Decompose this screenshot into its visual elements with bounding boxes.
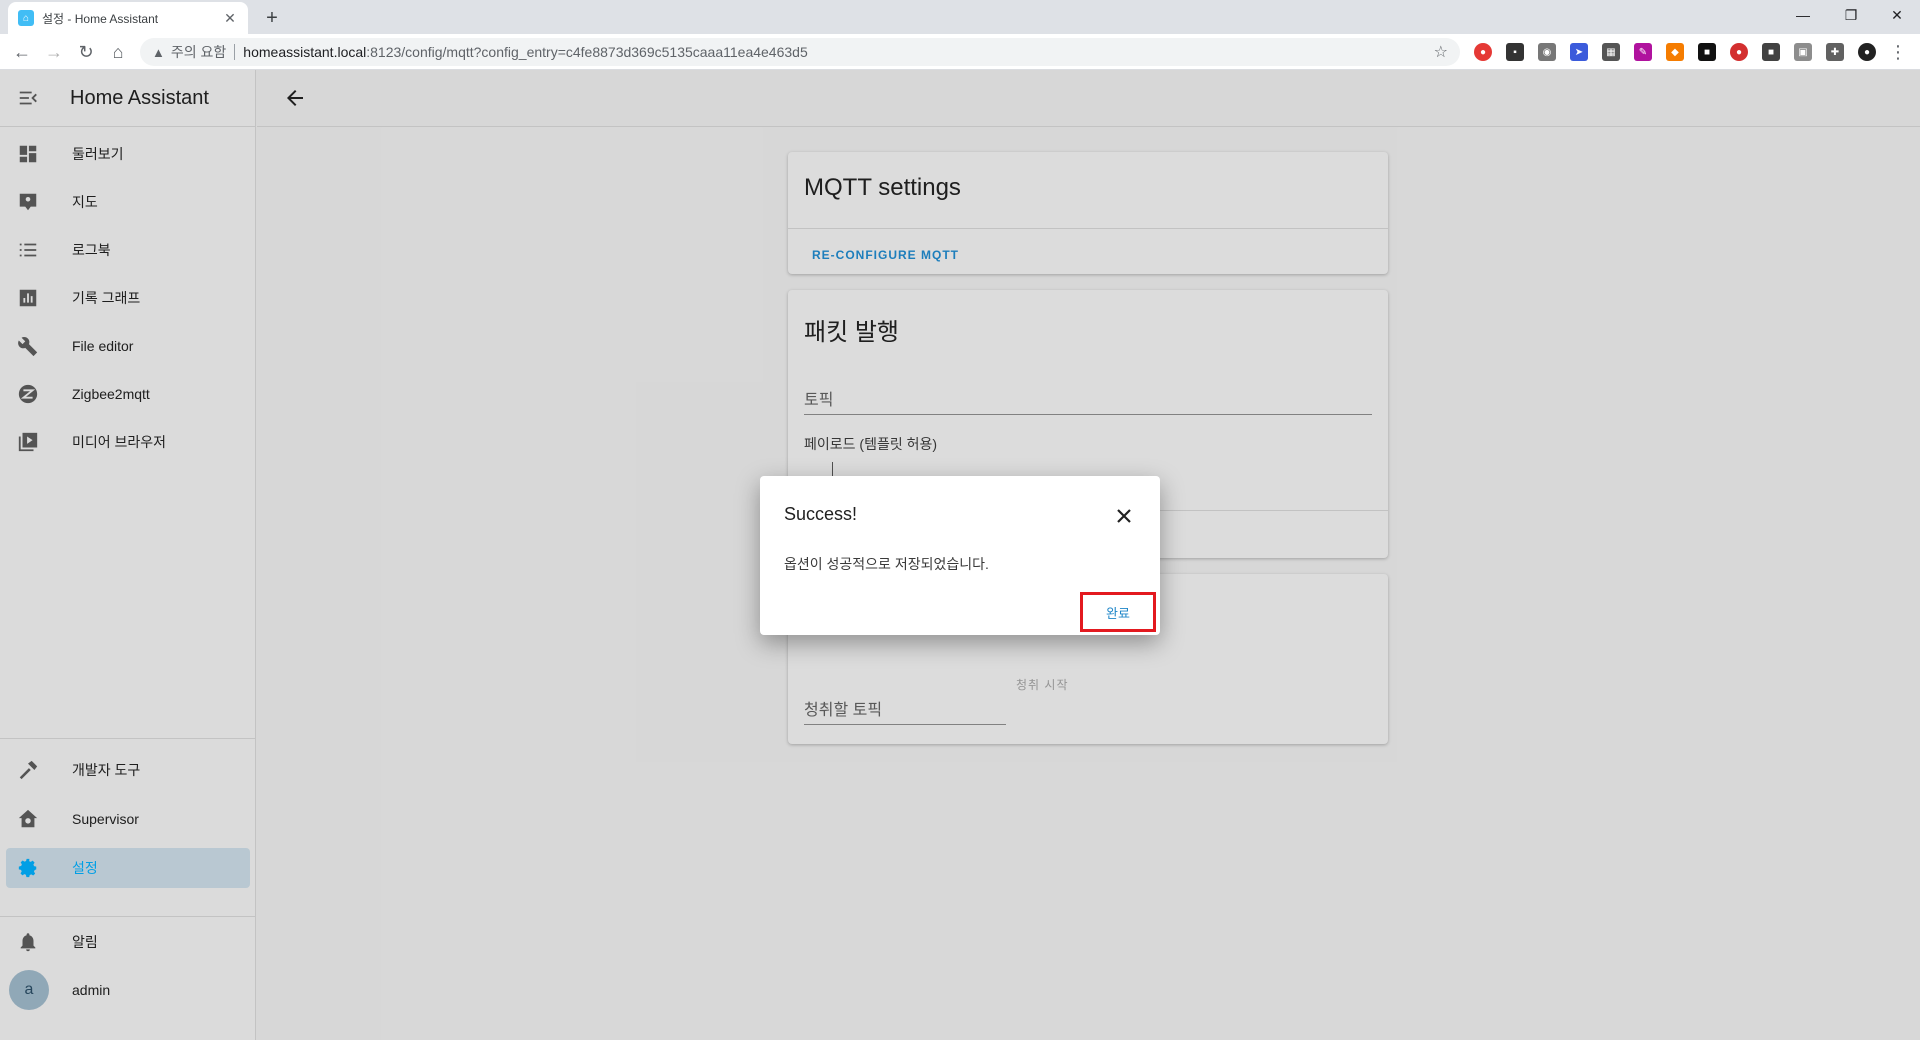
forward-nav-icon[interactable]: → bbox=[42, 40, 66, 64]
browser-tabstrip: ⌂ 설정 - Home Assistant ✕ + — ❐ ✕ bbox=[0, 0, 1920, 34]
extension-dark-icon[interactable]: ▪ bbox=[1506, 43, 1524, 61]
s-extension-icon[interactable]: ■ bbox=[1762, 43, 1780, 61]
orange-extension-icon[interactable]: ◆ bbox=[1666, 43, 1684, 61]
puzzle-extensions-icon[interactable]: ✚ bbox=[1826, 43, 1844, 61]
calendar-extension-icon[interactable]: ▦ bbox=[1602, 43, 1620, 61]
red-circle-extension-icon[interactable]: ● bbox=[1730, 43, 1748, 61]
new-tab-button[interactable]: + bbox=[260, 6, 284, 30]
b-extension-icon[interactable]: ■ bbox=[1698, 43, 1716, 61]
extension-red-icon[interactable]: ● bbox=[1474, 43, 1492, 61]
dialog-message: 옵션이 성공적으로 저장되었습니다. bbox=[784, 556, 989, 572]
dialog-title: Success! bbox=[784, 504, 858, 524]
url-path: :8123/config/mqtt?config_entry=c4fe8873d… bbox=[366, 44, 808, 60]
address-bar[interactable]: ▲ 주의 요함 homeassistant.local :8123/config… bbox=[140, 38, 1460, 66]
warning-icon: ▲ bbox=[152, 44, 165, 60]
feather-extension-icon[interactable]: ✎ bbox=[1634, 43, 1652, 61]
profile-avatar-icon[interactable]: ● bbox=[1858, 43, 1876, 61]
bookmark-star-icon[interactable]: ☆ bbox=[1434, 42, 1448, 62]
home-assistant-app: Home Assistant 둘러보기 지도 로그북 기록 그래프 File e… bbox=[0, 70, 1920, 1040]
url-host: homeassistant.local bbox=[243, 44, 367, 60]
dialog-ok-button[interactable]: 완료 bbox=[1080, 592, 1156, 632]
browser-toolbar: ← → ↻ ⌂ ▲ 주의 요함 homeassistant.local :812… bbox=[0, 34, 1920, 70]
image-extension-icon[interactable]: ▣ bbox=[1794, 43, 1812, 61]
success-dialog: Success! 옵션이 성공적으로 저장되었습니다. 완료 bbox=[760, 476, 1160, 635]
home-assistant-favicon-icon: ⌂ bbox=[18, 10, 34, 26]
close-icon[interactable] bbox=[1112, 504, 1136, 528]
browser-menu-icon[interactable]: ⋮ bbox=[1886, 40, 1910, 64]
back-nav-icon[interactable]: ← bbox=[10, 40, 34, 64]
browser-tab[interactable]: ⌂ 설정 - Home Assistant ✕ bbox=[8, 2, 248, 34]
send-extension-icon[interactable]: ➤ bbox=[1570, 43, 1588, 61]
minimize-icon[interactable]: — bbox=[1780, 0, 1826, 30]
window-close-icon[interactable]: ✕ bbox=[1874, 0, 1920, 30]
home-icon[interactable]: ⌂ bbox=[106, 40, 130, 64]
tab-close-icon[interactable]: ✕ bbox=[222, 10, 238, 27]
security-label[interactable]: 주의 요함 bbox=[171, 42, 226, 62]
camera-extension-icon[interactable]: ◉ bbox=[1538, 43, 1556, 61]
restore-icon[interactable]: ❐ bbox=[1828, 0, 1874, 30]
omnibox-separator bbox=[234, 44, 236, 60]
tab-title: 설정 - Home Assistant bbox=[42, 11, 159, 26]
reload-icon[interactable]: ↻ bbox=[74, 40, 98, 64]
